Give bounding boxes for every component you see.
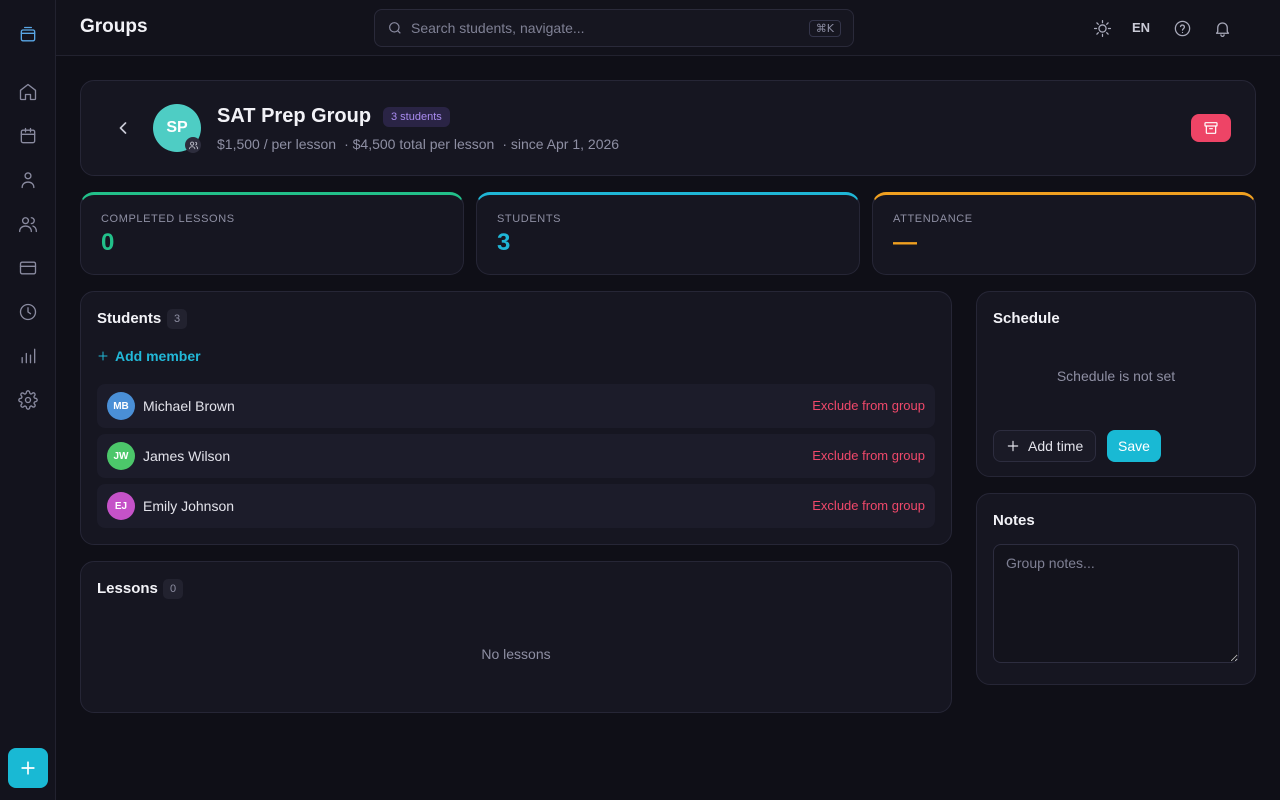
avatar: JW (107, 442, 135, 470)
notes-textarea[interactable] (993, 544, 1239, 663)
add-member-label: Add member (115, 348, 201, 364)
archive-button[interactable] (1191, 114, 1231, 142)
avatar: EJ (107, 492, 135, 520)
quick-add-button[interactable] (8, 748, 48, 788)
save-button[interactable]: Save (1107, 430, 1161, 462)
help-icon[interactable] (1172, 18, 1192, 38)
exclude-from-group-button[interactable]: Exclude from group (812, 448, 925, 463)
list-item: MB Michael Brown Exclude from group (97, 384, 935, 428)
stat-value: 0 (101, 229, 115, 256)
search-input[interactable] (411, 20, 809, 36)
search-shortcut: ⌘K (808, 19, 841, 37)
plus-icon (98, 351, 108, 361)
student-count-badge: 3 students (383, 107, 450, 127)
stat-students: STUDENTS 3 (476, 192, 860, 275)
student-name[interactable]: James Wilson (143, 448, 230, 464)
students-count: 3 (167, 309, 187, 329)
sidebar (0, 0, 56, 800)
students-card: Students 3 Add member MB Michael Brown E… (80, 291, 952, 545)
chevron-left-icon (119, 122, 127, 134)
exclude-from-group-button[interactable]: Exclude from group (812, 498, 925, 513)
stat-value: 3 (497, 229, 511, 256)
avatar: MB (107, 392, 135, 420)
lessons-count: 0 (163, 579, 183, 599)
page-title: Groups (80, 16, 148, 37)
user-icon[interactable] (16, 168, 40, 192)
search-box[interactable]: ⌘K (374, 9, 854, 47)
search-icon (389, 22, 401, 34)
home-icon[interactable] (16, 80, 40, 104)
student-name[interactable]: Emily Johnson (143, 498, 234, 514)
schedule-title: Schedule (993, 310, 1060, 327)
group-total: · $4,500 total per lesson (344, 136, 495, 152)
students-title: Students (97, 310, 162, 327)
group-header-card: SP SAT Prep Group 3 students $1,500 / pe… (80, 80, 1256, 176)
stat-attendance: ATTENDANCE — (872, 192, 1256, 275)
archive-icon (1204, 122, 1218, 134)
card-icon[interactable] (16, 256, 40, 280)
group-users-icon (185, 137, 201, 153)
notes-title: Notes (993, 512, 1035, 529)
lessons-empty-state: No lessons (481, 646, 551, 662)
bell-icon[interactable] (1212, 18, 1232, 38)
stat-label: STUDENTS (497, 213, 562, 225)
schedule-card: Schedule Schedule is not set Add time Sa… (976, 291, 1256, 477)
group-name: SAT Prep Group (217, 105, 372, 127)
calendar-icon[interactable] (16, 124, 40, 148)
plus-icon (21, 761, 35, 775)
app-logo-icon[interactable] (16, 23, 40, 47)
group-meta: $1,500 / per lesson · $4,500 total per l… (217, 136, 619, 152)
stat-label: ATTENDANCE (893, 213, 973, 225)
stat-value: — (893, 229, 917, 256)
exclude-from-group-button[interactable]: Exclude from group (812, 398, 925, 413)
group-since: · since Apr 1, 2026 (502, 136, 620, 152)
bar-chart-icon[interactable] (16, 344, 40, 368)
add-time-label: Add time (1028, 438, 1084, 454)
list-item: EJ Emily Johnson Exclude from group (97, 484, 935, 528)
back-button[interactable] (113, 118, 133, 138)
clock-icon[interactable] (16, 300, 40, 324)
users-icon[interactable] (16, 212, 40, 236)
group-price: $1,500 / per lesson (217, 136, 337, 152)
gear-icon[interactable] (16, 388, 40, 412)
lessons-title: Lessons (97, 580, 158, 597)
list-item: JW James Wilson Exclude from group (97, 434, 935, 478)
theme-toggle-icon[interactable] (1092, 18, 1112, 38)
notes-card: Notes (976, 493, 1256, 685)
lessons-card: Lessons 0 No lessons (80, 561, 952, 713)
plus-icon (1007, 440, 1019, 452)
student-name[interactable]: Michael Brown (143, 398, 235, 414)
schedule-empty-state: Schedule is not set (1056, 368, 1176, 384)
stat-completed-lessons: COMPLETED LESSONS 0 (80, 192, 464, 275)
add-time-button[interactable]: Add time (993, 430, 1097, 462)
add-member-button[interactable]: Add member (97, 348, 201, 364)
top-bar: Groups ⌘K EN (56, 0, 1280, 56)
language-switch[interactable]: EN (1132, 20, 1150, 35)
stat-label: COMPLETED LESSONS (101, 213, 235, 225)
